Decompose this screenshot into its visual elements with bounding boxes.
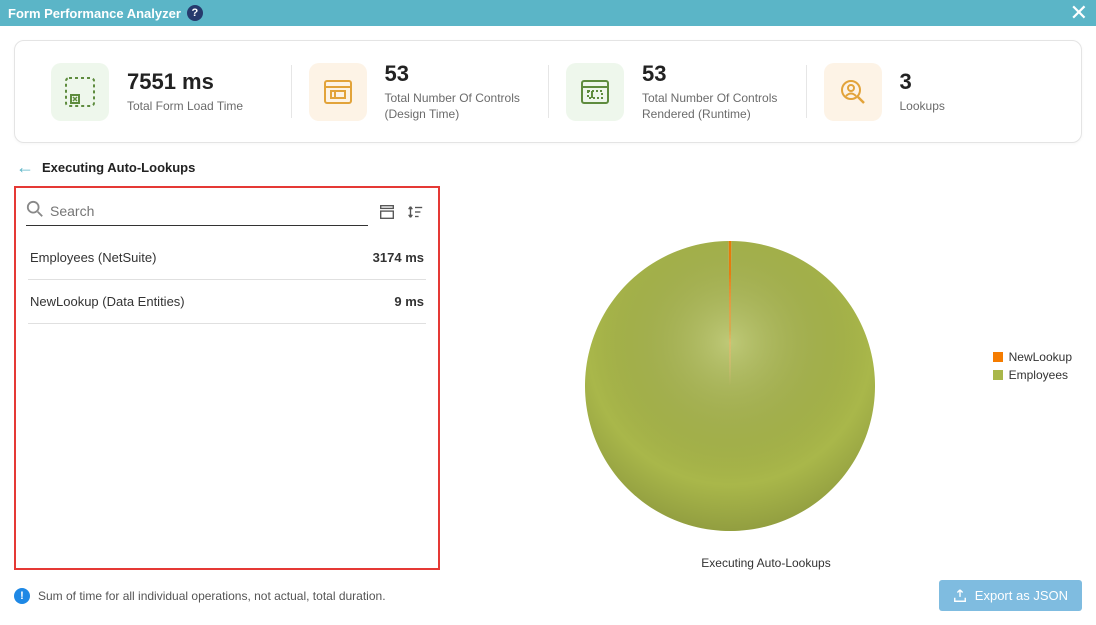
chart-panel: NewLookup Employees Executing Auto-Lookup… xyxy=(450,186,1082,570)
list-item-name: Employees (NetSuite) xyxy=(30,250,156,265)
timer-icon xyxy=(51,63,109,121)
help-icon[interactable]: ? xyxy=(187,5,203,21)
list-item[interactable]: NewLookup (Data Entities) 9 ms xyxy=(28,280,426,324)
export-json-button[interactable]: Export as JSON xyxy=(939,580,1082,611)
list-toolbar-icons xyxy=(378,203,424,221)
close-icon[interactable]: ✕ xyxy=(1070,2,1088,24)
legend-swatch xyxy=(993,370,1003,380)
legend-label: Employees xyxy=(1009,368,1068,382)
sort-icon[interactable] xyxy=(406,203,424,221)
stat-total-load-time: 7551 ms Total Form Load Time xyxy=(33,61,291,122)
stat-label: Total Number Of Controls Rendered (Runti… xyxy=(642,91,788,122)
legend-item[interactable]: NewLookup xyxy=(993,350,1072,364)
title-bar: Form Performance Analyzer ? ✕ xyxy=(0,0,1096,26)
lookup-list: Employees (NetSuite) 3174 ms NewLookup (… xyxy=(16,232,438,324)
legend-swatch xyxy=(993,352,1003,362)
chart-legend: NewLookup Employees xyxy=(993,350,1072,386)
legend-item[interactable]: Employees xyxy=(993,368,1072,382)
list-item-value: 3174 ms xyxy=(373,250,424,265)
chart-caption: Executing Auto-Lookups xyxy=(450,556,1082,570)
stat-label: Total Form Load Time xyxy=(127,99,243,115)
footer: ! Sum of time for all individual operati… xyxy=(0,580,1096,611)
section-title: Executing Auto-Lookups xyxy=(42,160,195,175)
lookup-icon xyxy=(824,63,882,121)
app-title: Form Performance Analyzer xyxy=(8,6,181,21)
stat-label: Lookups xyxy=(900,99,945,115)
collapse-icon[interactable] xyxy=(378,203,396,221)
stat-label: Total Number Of Controls (Design Time) xyxy=(385,91,531,122)
controls-design-icon xyxy=(309,63,367,121)
breadcrumb: ← Executing Auto-Lookups xyxy=(0,153,1096,186)
info-icon: ! xyxy=(14,588,30,604)
list-item[interactable]: Employees (NetSuite) 3174 ms xyxy=(28,236,426,280)
stat-controls-runtime: 53 Total Number Of Controls Rendered (Ru… xyxy=(548,61,806,122)
footer-note: Sum of time for all individual operation… xyxy=(38,589,386,603)
list-item-value: 9 ms xyxy=(394,294,424,309)
stat-value: 3 xyxy=(900,69,945,95)
legend-label: NewLookup xyxy=(1009,350,1072,364)
back-arrow-icon[interactable]: ← xyxy=(16,157,34,178)
stats-card: 7551 ms Total Form Load Time 53 Total Nu… xyxy=(14,40,1082,143)
stat-value: 7551 ms xyxy=(127,69,243,95)
stat-value: 53 xyxy=(642,61,788,87)
stat-value: 53 xyxy=(385,61,531,87)
search-input[interactable] xyxy=(50,203,368,219)
lookup-list-panel: Employees (NetSuite) 3174 ms NewLookup (… xyxy=(14,186,440,570)
controls-runtime-icon xyxy=(566,63,624,121)
stat-lookups: 3 Lookups xyxy=(806,61,1064,122)
upload-icon xyxy=(953,589,967,603)
search-toolbar xyxy=(16,188,438,232)
search-wrap xyxy=(26,198,368,226)
body: Employees (NetSuite) 3174 ms NewLookup (… xyxy=(0,186,1096,570)
list-item-name: NewLookup (Data Entities) xyxy=(30,294,185,309)
stat-controls-design: 53 Total Number Of Controls (Design Time… xyxy=(291,61,549,122)
pie-chart xyxy=(580,236,880,539)
export-json-label: Export as JSON xyxy=(975,588,1068,603)
search-icon xyxy=(26,200,44,221)
